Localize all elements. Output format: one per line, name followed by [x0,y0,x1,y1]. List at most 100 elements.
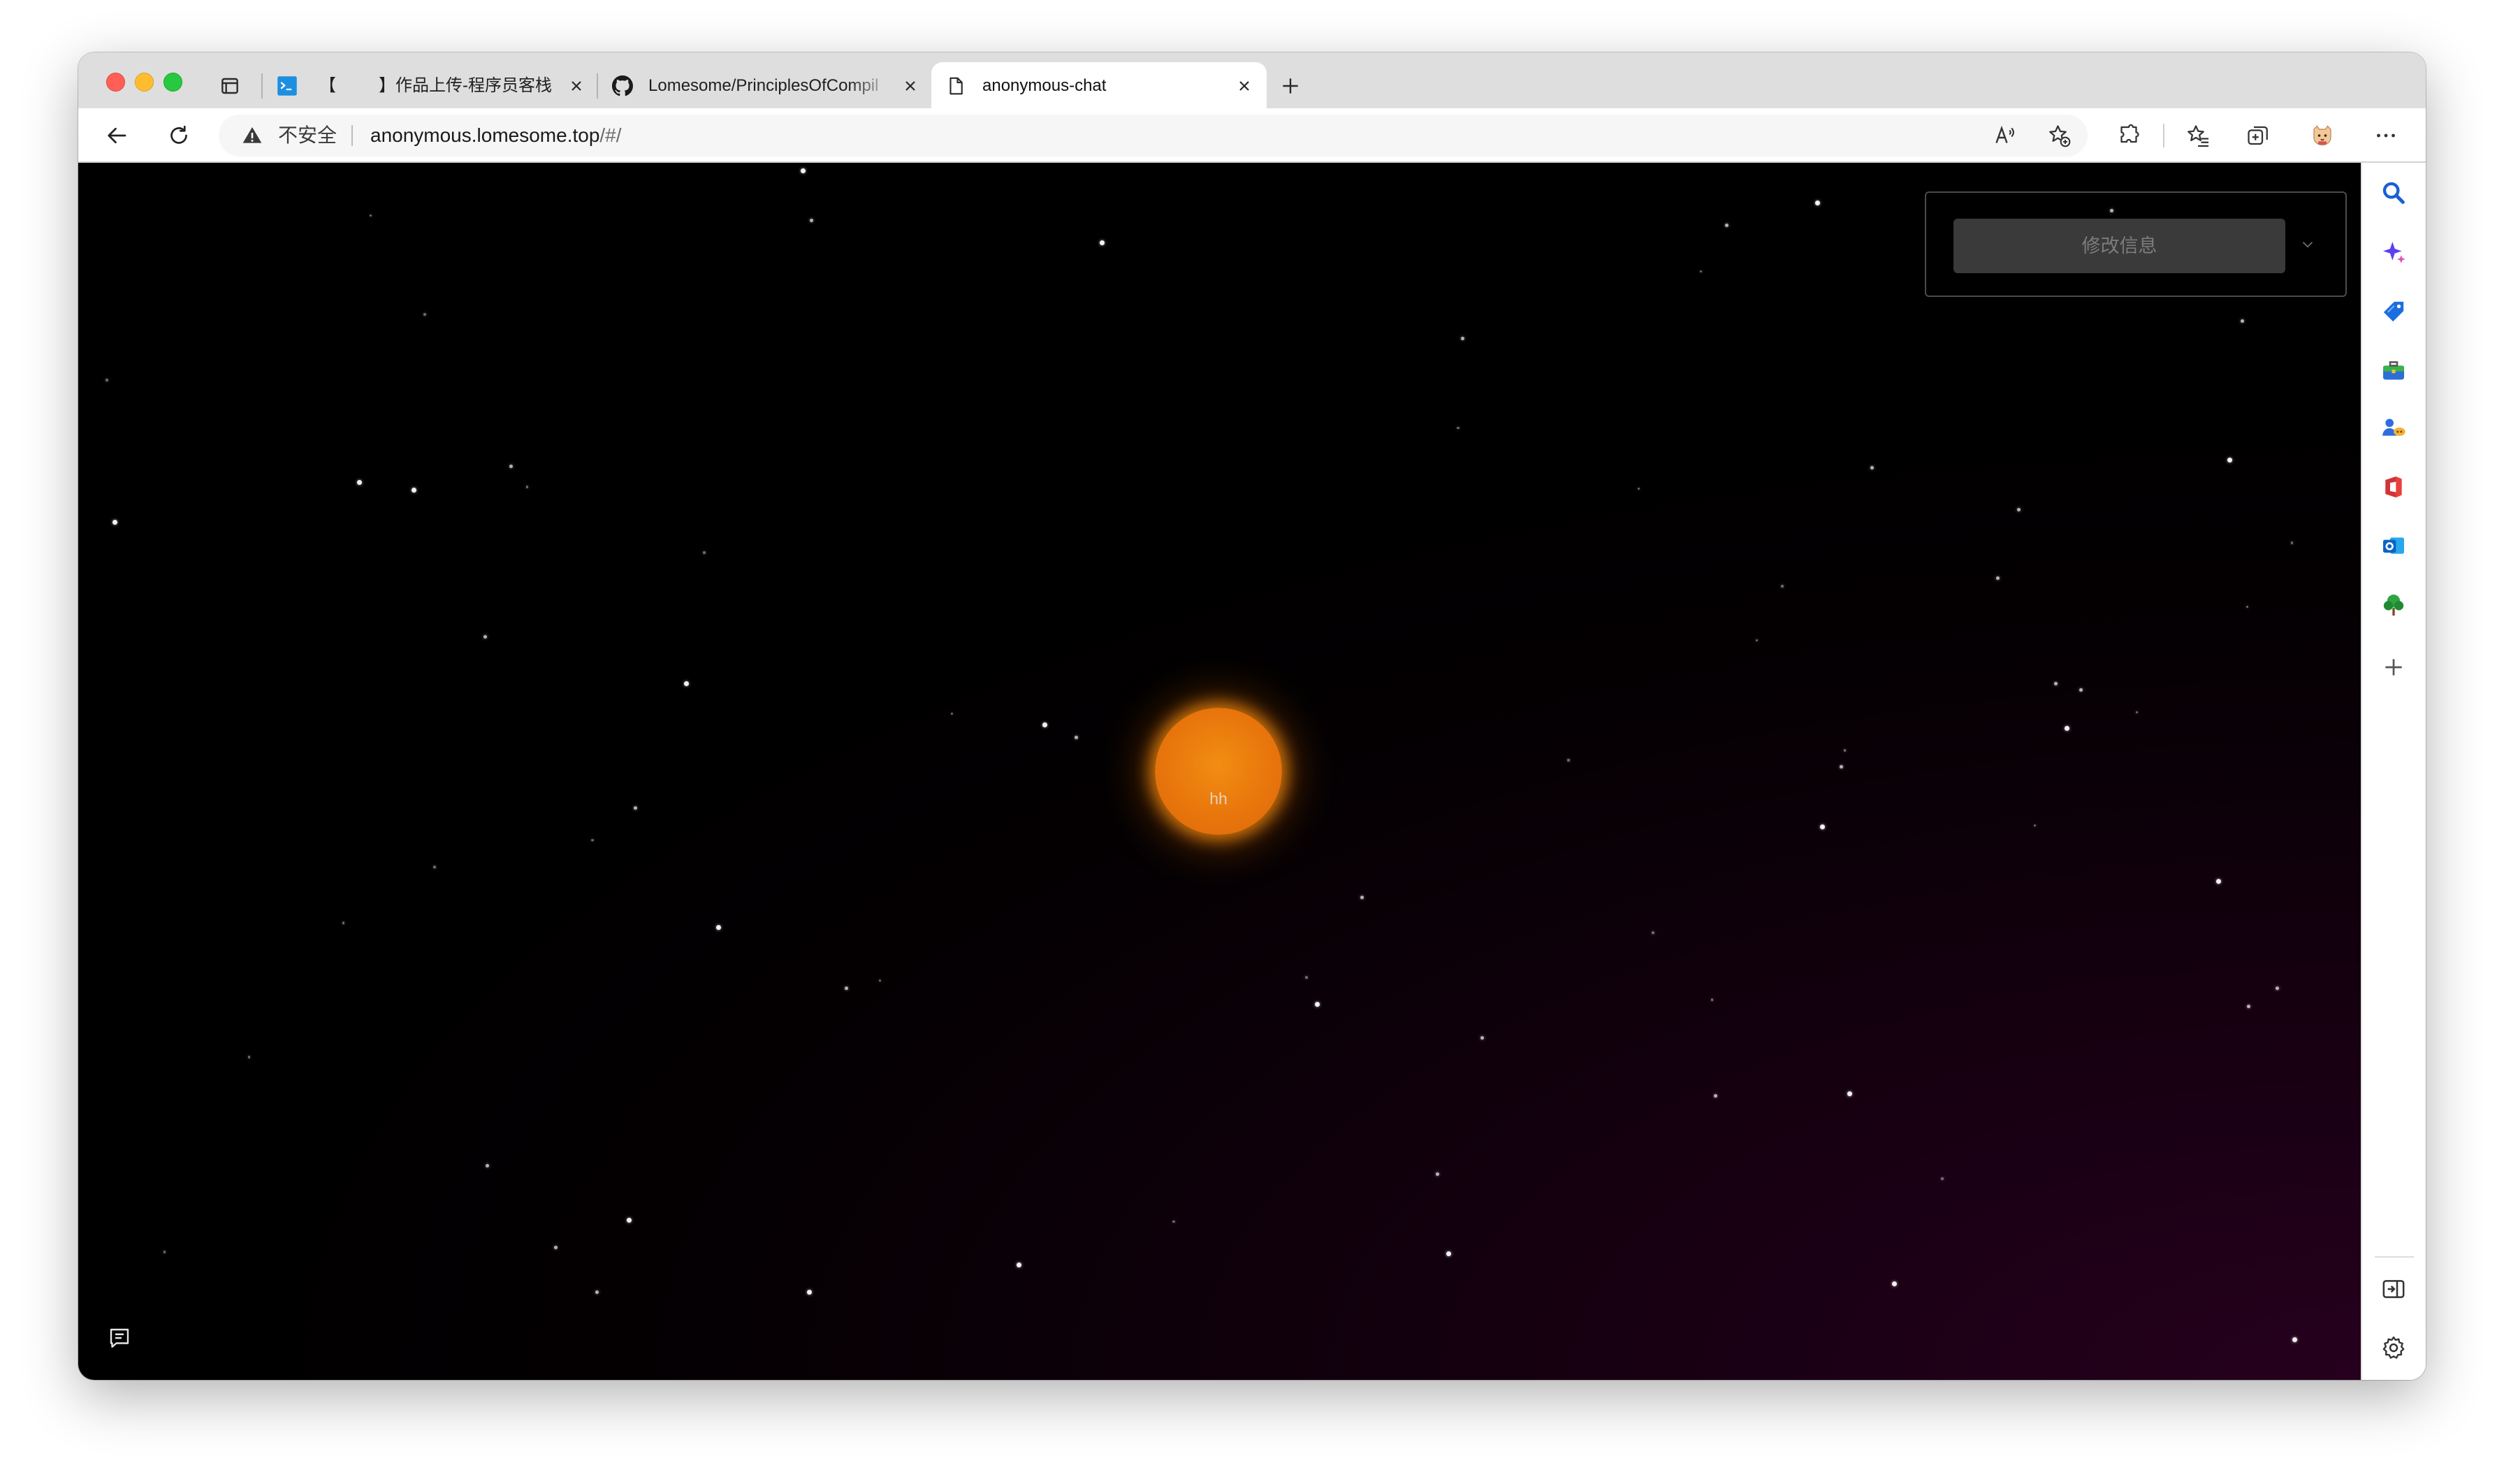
star [1755,639,1759,642]
star [1075,736,1079,740]
user-label: hh [1209,790,1228,808]
star [591,838,594,841]
favorites-icon[interactable] [2185,123,2211,148]
more-icon[interactable] [2373,123,2399,148]
sidebar-toggle-icon[interactable] [2380,1275,2408,1303]
star [1042,722,1047,728]
star [433,866,436,868]
page-icon [945,75,966,96]
tree-icon[interactable] [2380,591,2408,619]
page-content: hh 修改信息 [78,163,2361,1380]
star [2215,879,2221,885]
star [627,1217,632,1223]
star [1843,749,1847,752]
star [369,214,372,217]
zoom-window-button[interactable] [163,73,182,92]
star [1457,426,1460,430]
games-icon[interactable] [2380,414,2408,442]
star [1480,1036,1484,1040]
tab-actions-icon[interactable] [219,75,241,97]
chevron-down-icon[interactable] [2299,235,2317,254]
star [1840,764,1844,769]
star [1652,931,1654,934]
star [356,479,362,485]
star [845,987,849,991]
star [2135,711,2139,714]
star [703,551,706,554]
profile-icon[interactable] [2310,123,2335,148]
star [1781,585,1784,588]
star [2079,688,2083,692]
office-icon[interactable] [2380,473,2408,501]
star [684,681,690,686]
star [423,313,426,316]
star [163,1251,166,1253]
star [411,488,416,493]
close-tab-icon[interactable] [902,78,919,94]
edge-sidebar [2361,163,2426,1380]
outlook-icon[interactable] [2380,532,2408,560]
user-avatar-orb[interactable]: hh [1155,708,1282,835]
close-window-button[interactable] [106,73,125,92]
star [2292,1337,2298,1343]
refresh-icon[interactable] [166,123,191,148]
search-icon[interactable] [2380,179,2408,207]
star [801,168,806,173]
star [716,925,722,931]
star [2245,605,2249,609]
star [1315,1002,1320,1007]
collections-icon[interactable] [2245,123,2271,148]
star [2053,681,2058,685]
copilot-icon[interactable] [2380,238,2408,266]
edit-info-button[interactable]: 修改信息 [1953,219,2285,273]
star [1305,976,1308,979]
star [878,979,882,982]
add-favorite-icon[interactable] [2046,123,2072,148]
toolbar: 不安全 anonymous.lomesome.top/#/ [78,108,2426,163]
star [634,806,638,810]
star [1699,270,1703,273]
star [105,379,108,381]
close-tab-icon[interactable] [1236,78,1253,94]
star [485,1164,489,1168]
url-host: anonymous.lomesome.top [370,124,600,146]
back-arrow-icon[interactable] [104,123,129,148]
settings-icon[interactable] [2380,1334,2408,1362]
star [1567,759,1570,762]
url-path: /#/ [599,124,622,146]
star [2276,987,2280,991]
close-tab-icon[interactable] [568,78,585,94]
star [1870,466,1874,470]
star [1819,824,1825,830]
star [112,519,118,525]
url-text[interactable]: anonymous.lomesome.top/#/ [370,108,622,163]
star [1099,240,1105,245]
chat-icon[interactable] [107,1325,132,1351]
star [525,486,529,488]
read-aloud-icon[interactable] [1993,123,2018,148]
star [1172,1220,1175,1223]
add-icon[interactable] [2380,653,2408,681]
star [483,635,488,639]
star [1891,1281,1897,1287]
warning-icon[interactable] [241,124,263,147]
minimize-window-button[interactable] [135,73,154,92]
star [2227,457,2232,463]
extensions-icon[interactable] [2116,123,2141,148]
star [2016,507,2021,511]
browser-window: 【 】作品上传-程序员客栈 Lomesome/PrinciplesOfCompi… [78,52,2426,1380]
new-tab-icon[interactable] [1279,75,1302,97]
star [247,1056,251,1059]
star [950,712,954,715]
shopping-tag-icon[interactable] [2380,298,2408,326]
security-label[interactable]: 不安全 [278,108,337,163]
star [1724,223,1728,227]
star [1713,1093,1717,1098]
star [1847,1091,1852,1097]
terminal-icon [277,75,298,96]
star [2064,725,2069,731]
tab-title-left: 【 [319,76,336,95]
star [809,218,813,222]
tools-icon[interactable] [2380,356,2408,384]
tab-separator [597,73,598,99]
